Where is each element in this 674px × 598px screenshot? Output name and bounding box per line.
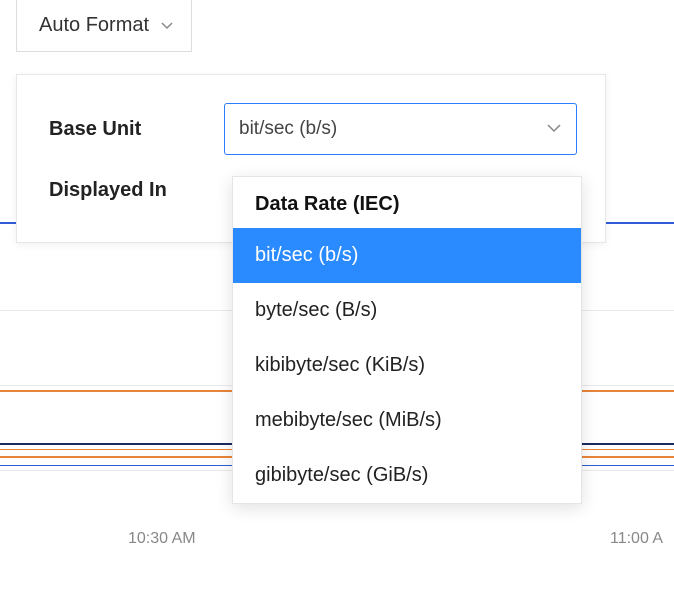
dropdown-option[interactable]: byte/sec (B/s) [233,283,581,338]
base-unit-label: Base Unit [49,118,224,141]
dropdown-option[interactable]: mebibyte/sec (MiB/s) [233,393,581,448]
dropdown-option[interactable]: bit/sec (b/s) [233,228,581,283]
base-unit-input[interactable]: bit/sec (b/s) [224,103,577,155]
dropdown-option[interactable]: gibibyte/sec (GiB/s) [233,448,581,503]
dropdown-option[interactable]: kibibyte/sec (KiB/s) [233,338,581,393]
axis-tick-label: 10:30 AM [128,530,196,548]
axis-tick-label: 11:00 A [610,530,663,548]
base-unit-dropdown: Data Rate (IEC) bit/sec (b/s) byte/sec (… [232,176,582,504]
tab-label: Auto Format [39,14,149,37]
base-unit-select[interactable]: bit/sec (b/s) [224,103,577,155]
row-base-unit: Base Unit bit/sec (b/s) [49,103,577,155]
tab-auto-format[interactable]: Auto Format [16,0,192,52]
dropdown-group-header: Data Rate (IEC) [233,177,581,228]
displayed-in-label: Displayed In [49,179,224,202]
caret-down-icon [161,17,173,35]
